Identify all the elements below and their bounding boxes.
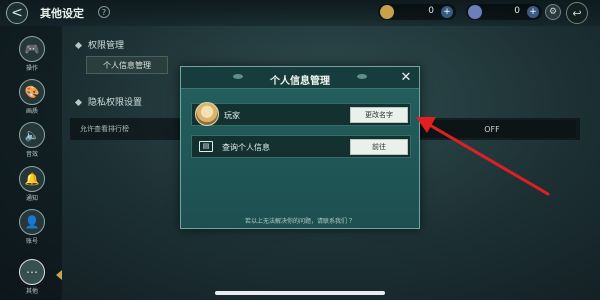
help-icon[interactable]: ? xyxy=(98,6,110,18)
sidebar: 🎮 操作 🎨 画质 🔈 音效 🔔 通知 👤 账号 ⋯ 其他 xyxy=(0,26,62,300)
sidebar-item-other[interactable]: ⋯ 其他 xyxy=(19,259,45,295)
section-permissions: 权限管理 xyxy=(74,38,125,51)
modal-header: 个人信息管理 ✕ xyxy=(181,67,419,89)
sidebar-item-audio[interactable]: 🔈 音效 xyxy=(19,122,45,158)
palette-icon: 🎨 xyxy=(19,79,45,105)
contact-us-link[interactable]: 若以上无法解决你的问题，请联系我们 ？ xyxy=(181,216,419,225)
leaderboard-toggle[interactable]: OFF xyxy=(408,120,576,138)
gold-coin-icon xyxy=(380,5,394,19)
personal-info-modal: 个人信息管理 ✕ 玩家 更改名字 ▤ 查询个人信息 前往 若以上无法解决你的问题… xyxy=(180,66,420,229)
section-title: 隐私权限设置 xyxy=(88,98,143,108)
sidebar-item-label: 画质 xyxy=(25,108,38,115)
add-gold-button[interactable]: + xyxy=(441,6,453,18)
personal-info-button[interactable]: 个人信息管理 xyxy=(86,56,168,74)
gamepad-icon: 🎮 xyxy=(19,36,45,62)
avatar xyxy=(195,102,219,126)
top-bar: < 其他设定 ? 0 + 0 + ⚙ ↩ xyxy=(0,0,600,26)
gold-value: 0 xyxy=(428,6,434,16)
diamond-bullet-icon xyxy=(74,41,83,50)
active-tab-marker xyxy=(56,270,62,280)
add-gem-button[interactable]: + xyxy=(527,6,539,18)
sidebar-item-label: 其他 xyxy=(25,288,38,295)
exit-icon[interactable]: ↩ xyxy=(566,2,588,24)
settings-gear-icon[interactable]: ⚙ xyxy=(545,4,561,20)
home-indicator[interactable] xyxy=(215,291,385,295)
section-privacy: 隐私权限设置 xyxy=(74,95,143,108)
sidebar-item-graphics[interactable]: 🎨 画质 xyxy=(19,79,45,115)
gold-currency: 0 + xyxy=(378,4,456,20)
go-button[interactable]: 前往 xyxy=(350,139,408,155)
gem-value: 0 xyxy=(514,6,520,16)
player-name: 玩家 xyxy=(224,111,240,120)
more-icon: ⋯ xyxy=(19,259,45,285)
sidebar-item-label: 操作 xyxy=(25,65,38,72)
sidebar-item-label: 通知 xyxy=(25,195,38,202)
gem-currency: 0 + xyxy=(466,4,542,20)
player-name-row: 玩家 更改名字 xyxy=(191,102,411,126)
sidebar-item-label: 音效 xyxy=(25,151,38,158)
sidebar-item-controls[interactable]: 🎮 操作 xyxy=(19,36,45,72)
id-card-icon: ▤ xyxy=(199,141,213,152)
account-icon: 👤 xyxy=(19,209,45,235)
gem-icon xyxy=(468,5,482,19)
close-icon[interactable]: ✕ xyxy=(398,70,414,86)
section-title: 权限管理 xyxy=(88,41,125,51)
sidebar-item-account[interactable]: 👤 账号 xyxy=(19,209,45,245)
sidebar-item-label: 账号 xyxy=(25,238,38,245)
diamond-bullet-icon xyxy=(74,98,83,107)
query-info-label: 查询个人信息 xyxy=(222,143,270,152)
page-title: 其他设定 xyxy=(40,7,84,20)
sidebar-item-notifications[interactable]: 🔔 通知 xyxy=(19,166,45,202)
back-button[interactable]: < xyxy=(6,2,28,24)
modal-title: 个人信息管理 xyxy=(270,76,330,87)
bell-icon: 🔔 xyxy=(19,166,45,192)
chevron-left-icon: < xyxy=(11,5,23,21)
change-name-button[interactable]: 更改名字 xyxy=(350,107,408,123)
leaderboard-label: 允许查看排行榜 xyxy=(80,125,129,133)
speaker-icon: 🔈 xyxy=(19,122,45,148)
query-info-row: ▤ 查询个人信息 前往 xyxy=(191,135,411,158)
